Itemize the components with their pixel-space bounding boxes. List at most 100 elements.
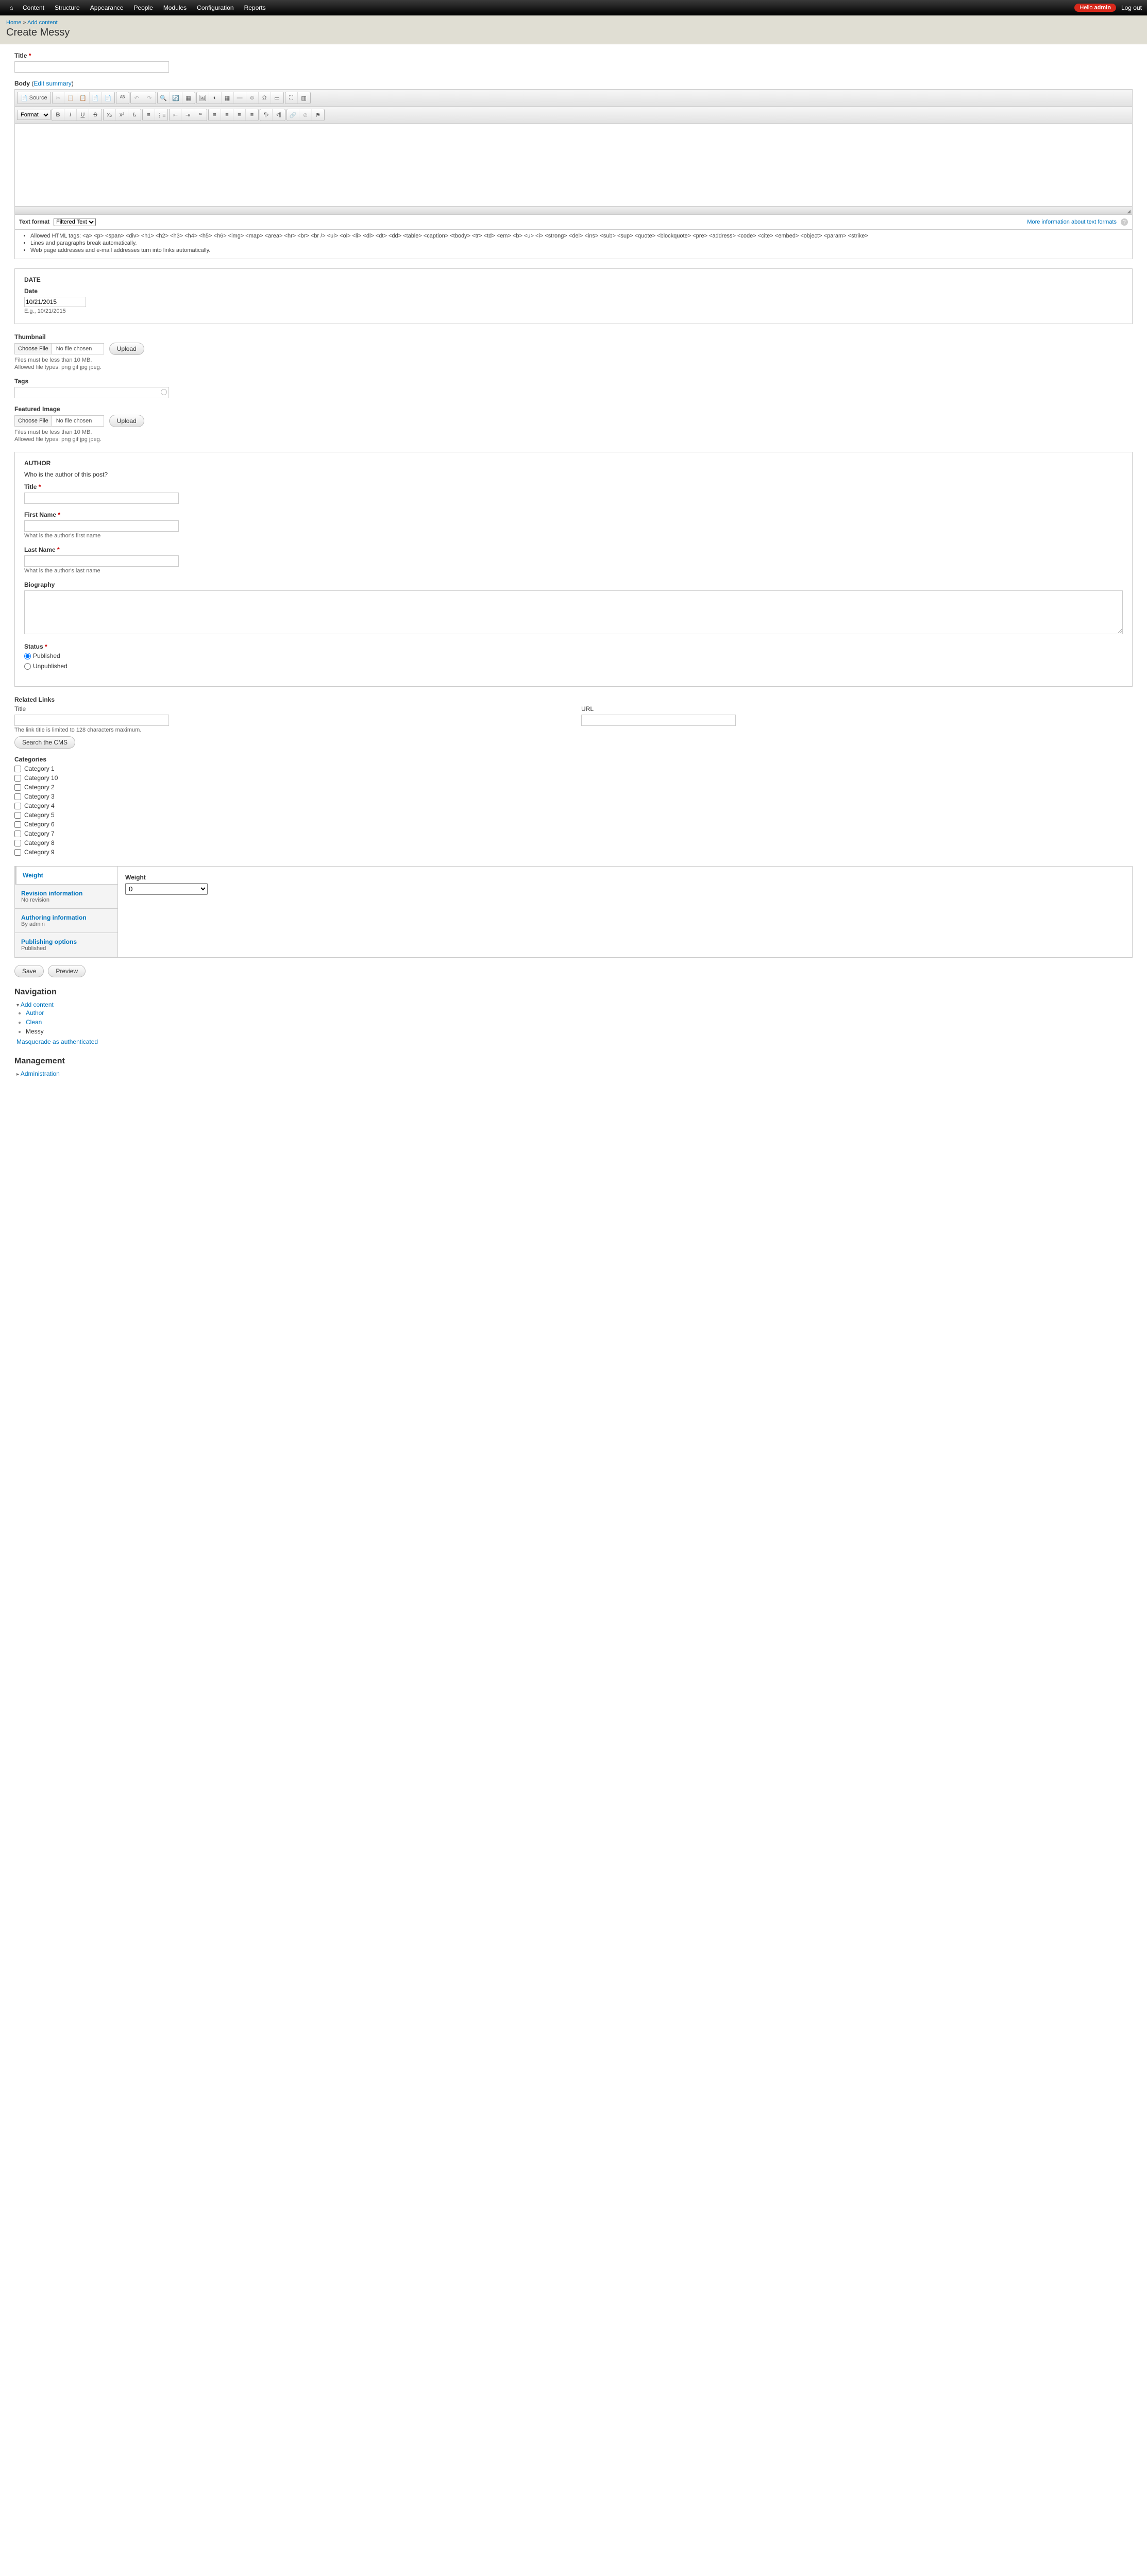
breadcrumb-add-content[interactable]: Add content [27, 20, 58, 26]
maximize-icon[interactable]: ⛶ [285, 92, 298, 104]
image-icon[interactable]: 🖼 [197, 92, 209, 104]
removeformat-icon[interactable]: Iₓ [128, 109, 141, 121]
cut-icon[interactable]: ✂ [53, 92, 65, 104]
menu-people[interactable]: People [128, 4, 158, 11]
align-justify-icon[interactable]: ≡ [246, 109, 258, 121]
undo-icon[interactable]: ↶ [131, 92, 143, 104]
help-icon[interactable]: ? [1121, 218, 1128, 226]
category-checkbox[interactable] [14, 803, 21, 809]
vtab-authoring[interactable]: Authoring information By admin [15, 909, 117, 933]
category-checkbox[interactable] [14, 775, 21, 782]
breadcrumb-home[interactable]: Home [6, 20, 21, 26]
author-title-input[interactable] [24, 493, 179, 504]
text-format-help-link[interactable]: More information about text formats [1027, 219, 1117, 225]
align-center-icon[interactable]: ≡ [221, 109, 233, 121]
featured-upload-button[interactable]: Upload [109, 415, 144, 427]
thumbnail-file-input[interactable]: Choose File No file chosen [14, 343, 104, 354]
unlink-icon[interactable]: ⊘ [299, 109, 312, 121]
subscript-icon[interactable]: x₂ [104, 109, 116, 121]
logout-link[interactable]: Log out [1121, 4, 1142, 11]
save-button[interactable]: Save [14, 965, 44, 977]
edit-summary-link[interactable]: Edit summary [33, 80, 71, 87]
bulletlist-icon[interactable]: ⋮≡ [155, 109, 167, 121]
nav-author[interactable]: Author [26, 1009, 44, 1016]
related-title-input[interactable] [14, 715, 169, 726]
align-right-icon[interactable]: ≡ [233, 109, 246, 121]
related-url-input[interactable] [581, 715, 736, 726]
link-icon[interactable]: 🔗 [287, 109, 299, 121]
italic-icon[interactable]: I [64, 109, 77, 121]
nav-masquerade[interactable]: Masquerade as authenticated [16, 1038, 98, 1045]
vtab-weight[interactable]: Weight [14, 867, 117, 885]
blockquote-icon[interactable]: ❝ [194, 109, 207, 121]
format-select[interactable]: Format [17, 110, 50, 120]
nav-add-content[interactable]: Add content [21, 1001, 54, 1008]
superscript-icon[interactable]: x² [116, 109, 128, 121]
selectall-icon[interactable]: ▦ [182, 92, 195, 104]
ltr-icon[interactable]: ¶› [260, 109, 273, 121]
menu-configuration[interactable]: Configuration [192, 4, 239, 11]
spellcheck-icon[interactable]: ᴬᴮ [116, 92, 129, 104]
editor-resize-handle[interactable] [15, 206, 1132, 214]
align-left-icon[interactable]: ≡ [209, 109, 221, 121]
source-button[interactable]: 📄 Source [18, 92, 50, 104]
status-unpublished-radio[interactable] [24, 663, 31, 670]
date-input[interactable] [24, 297, 86, 307]
search-cms-button[interactable]: Search the CMS [14, 736, 75, 749]
vtab-publishing[interactable]: Publishing options Published [15, 933, 117, 957]
category-checkbox[interactable] [14, 821, 21, 828]
menu-structure[interactable]: Structure [49, 4, 85, 11]
preview-button[interactable]: Preview [48, 965, 86, 977]
biography-label: Biography [24, 581, 1123, 588]
editor-body[interactable] [15, 124, 1132, 206]
table-icon[interactable]: ▦ [222, 92, 234, 104]
specialchar-icon[interactable]: Ω [259, 92, 271, 104]
biography-textarea[interactable] [24, 590, 1123, 634]
nav-administration[interactable]: Administration [21, 1070, 60, 1077]
rtl-icon[interactable]: ‹¶ [273, 109, 285, 121]
hr-icon[interactable]: — [234, 92, 246, 104]
find-icon[interactable]: 🔍 [158, 92, 170, 104]
tags-input[interactable] [14, 387, 169, 398]
user-badge[interactable]: Hello admin [1074, 4, 1116, 12]
text-format-select[interactable]: Filtered Text [54, 218, 96, 226]
category-checkbox[interactable] [14, 784, 21, 791]
iframe-icon[interactable]: ▭ [271, 92, 283, 104]
paste-word-icon[interactable]: 📄 [102, 92, 114, 104]
title-input[interactable] [14, 61, 169, 73]
menu-modules[interactable]: Modules [158, 4, 192, 11]
category-checkbox[interactable] [14, 812, 21, 819]
home-icon[interactable]: ⌂ [5, 4, 18, 11]
category-checkbox[interactable] [14, 766, 21, 772]
outdent-icon[interactable]: ⇤ [170, 109, 182, 121]
category-checkbox[interactable] [14, 840, 21, 846]
showblocks-icon[interactable]: ▥ [298, 92, 310, 104]
indent-icon[interactable]: ⇥ [182, 109, 194, 121]
underline-icon[interactable]: U [77, 109, 89, 121]
category-checkbox[interactable] [14, 793, 21, 800]
vtab-revision[interactable]: Revision information No revision [15, 885, 117, 909]
replace-icon[interactable]: 🔄 [170, 92, 182, 104]
menu-reports[interactable]: Reports [239, 4, 271, 11]
category-checkbox[interactable] [14, 831, 21, 837]
paste-icon[interactable]: 📋 [77, 92, 90, 104]
numberedlist-icon[interactable]: ≡ [143, 109, 155, 121]
paste-text-icon[interactable]: 📄 [90, 92, 102, 104]
status-published-radio[interactable] [24, 653, 31, 659]
weight-select[interactable]: 0 [125, 883, 208, 895]
bold-icon[interactable]: B [52, 109, 64, 121]
copy-icon[interactable]: 📋 [65, 92, 77, 104]
featured-file-input[interactable]: Choose File No file chosen [14, 415, 104, 427]
thumbnail-upload-button[interactable]: Upload [109, 343, 144, 355]
author-lastname-input[interactable] [24, 555, 179, 567]
menu-content[interactable]: Content [18, 4, 49, 11]
smiley-icon[interactable]: ☺ [246, 92, 259, 104]
strike-icon[interactable]: S [89, 109, 102, 121]
redo-icon[interactable]: ↷ [143, 92, 156, 104]
nav-clean[interactable]: Clean [26, 1019, 42, 1026]
anchor-icon[interactable]: ⚑ [312, 109, 324, 121]
author-firstname-input[interactable] [24, 520, 179, 532]
flash-icon[interactable]: ◐ [209, 92, 222, 104]
menu-appearance[interactable]: Appearance [85, 4, 129, 11]
category-checkbox[interactable] [14, 849, 21, 856]
